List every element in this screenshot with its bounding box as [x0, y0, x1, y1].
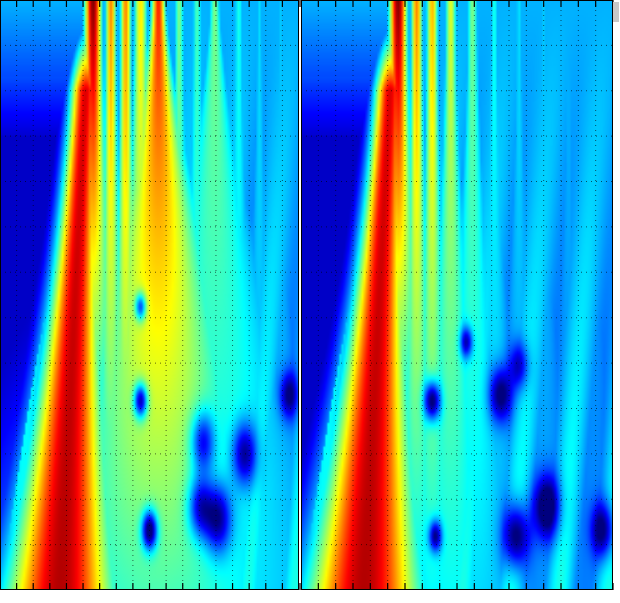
- scalogram-right: [300, 0, 614, 590]
- scalogram-left: [0, 0, 300, 590]
- scrollbar-thumb[interactable]: [613, 2, 619, 22]
- scalogram-figure: [0, 0, 620, 603]
- scalogram-svg: [0, 0, 619, 590]
